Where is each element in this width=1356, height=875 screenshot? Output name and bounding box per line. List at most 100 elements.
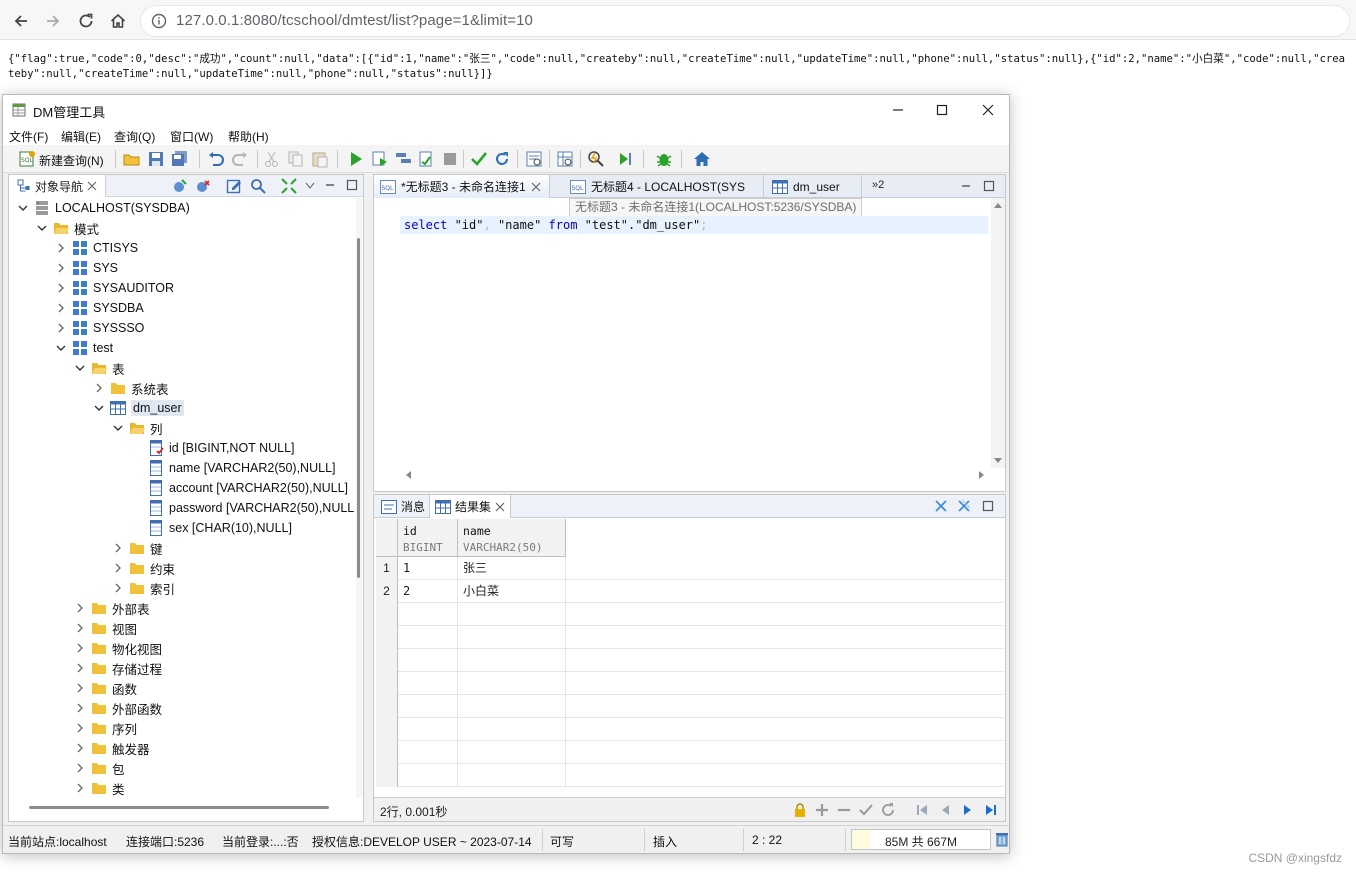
scroll-thumb[interactable] (357, 238, 360, 578)
table-row[interactable] (376, 695, 1003, 718)
chevron-right-icon[interactable] (74, 702, 86, 714)
last-page-icon[interactable] (983, 802, 999, 818)
row-number[interactable] (376, 764, 398, 787)
tree-item[interactable]: 触发器 (74, 738, 150, 758)
column-header-id[interactable]: id BIGINT (398, 519, 458, 557)
lock-icon[interactable] (792, 802, 808, 818)
maximize-panel-icon[interactable] (982, 500, 994, 512)
tree-item[interactable]: account [VARCHAR2(50),NULL] (131, 478, 348, 498)
maximize-button[interactable] (919, 95, 965, 125)
sql-code[interactable]: select "id", "name" from "test"."dm_user… (404, 218, 707, 232)
chevron-right-icon[interactable] (74, 642, 86, 654)
chevron-right-icon[interactable] (55, 282, 67, 294)
explain-icon[interactable] (417, 150, 435, 168)
tree-item[interactable]: 视图 (74, 618, 137, 638)
tab-query-3[interactable]: SQL *无标题3 - 未命名连接1 (374, 175, 550, 198)
close-result-icon[interactable] (934, 499, 948, 513)
open-folder-icon[interactable] (123, 150, 141, 168)
chevron-right-icon[interactable] (55, 322, 67, 334)
tree-item[interactable]: 序列 (74, 718, 137, 738)
cell-name[interactable] (458, 764, 566, 787)
reload-button[interactable] (73, 8, 99, 34)
row-number[interactable] (376, 626, 398, 649)
row-number[interactable] (376, 603, 398, 626)
table-row[interactable] (376, 649, 1003, 672)
tree-item[interactable]: LOCALHOST(SYSDBA) (17, 198, 190, 218)
chevron-right-icon[interactable] (74, 762, 86, 774)
tree-item[interactable]: 约束 (112, 558, 175, 578)
revert-icon[interactable] (880, 802, 896, 818)
new-query-icon[interactable]: SQL (18, 150, 36, 168)
tree-item[interactable]: SYSSSO (55, 318, 144, 338)
cell-name[interactable] (458, 649, 566, 672)
tab-messages[interactable]: 消息 (376, 495, 430, 518)
cell-name[interactable] (458, 603, 566, 626)
row-number[interactable] (376, 672, 398, 695)
tab-result-set[interactable]: 结果集 (429, 495, 512, 518)
minimize-panel-icon[interactable] (324, 179, 336, 191)
chevron-right-icon[interactable] (74, 622, 86, 634)
cell-name[interactable] (458, 695, 566, 718)
tree-item[interactable]: CTISYS (55, 238, 138, 258)
row-number[interactable] (376, 741, 398, 764)
tree-item[interactable]: 列 (112, 418, 163, 438)
table-row[interactable]: 2 2 小白菜 (376, 580, 1003, 603)
expand-all-icon[interactable] (281, 178, 297, 194)
column-header-name[interactable]: name VARCHAR2(50) (458, 519, 566, 557)
debug-icon[interactable] (655, 150, 673, 168)
tree-item[interactable]: SYS (55, 258, 118, 278)
tree-item[interactable]: 存储过程 (74, 658, 162, 678)
format-sql-icon[interactable] (525, 150, 543, 168)
cell-id[interactable] (398, 741, 458, 764)
row-number[interactable]: 1 (376, 557, 398, 580)
chevron-right-icon[interactable] (112, 562, 124, 574)
scroll-down-icon[interactable] (993, 457, 1003, 465)
tree-item[interactable]: 外部表 (74, 598, 150, 618)
close-all-results-icon[interactable] (957, 499, 971, 513)
row-number[interactable]: 2 (376, 580, 398, 603)
new-query-button[interactable]: 新建查询(N) (39, 152, 104, 169)
tree-item[interactable]: 索引 (112, 578, 175, 598)
chevron-down-icon[interactable] (112, 422, 124, 434)
tab-overflow-button[interactable]: »2 (872, 179, 884, 191)
cell-name[interactable] (458, 626, 566, 649)
chevron-right-icon[interactable] (74, 782, 86, 794)
scroll-up-icon[interactable] (993, 201, 1003, 209)
chevron-right-icon[interactable] (74, 682, 86, 694)
cell-id[interactable] (398, 603, 458, 626)
tree-item[interactable]: 物化视图 (74, 638, 162, 658)
table-row[interactable] (376, 741, 1003, 764)
chevron-right-icon[interactable] (55, 242, 67, 254)
tab-dm-user[interactable]: dm_user (766, 175, 862, 198)
connect-icon[interactable] (172, 178, 188, 194)
query-plan-icon[interactable] (556, 150, 574, 168)
menu-help[interactable]: 帮助(H) (228, 128, 269, 145)
chevron-down-icon[interactable] (93, 402, 105, 414)
cell-name[interactable] (458, 718, 566, 741)
chevron-right-icon[interactable] (112, 582, 124, 594)
close-button[interactable] (965, 95, 1011, 125)
tree-item[interactable]: id [BIGINT,NOT NULL] (131, 438, 295, 458)
menu-file[interactable]: 文件(F) (9, 128, 48, 145)
tree-item[interactable]: name [VARCHAR2(50),NULL] (131, 458, 336, 478)
tree-item[interactable]: 函数 (74, 678, 137, 698)
chevron-right-icon[interactable] (93, 382, 105, 394)
table-row[interactable] (376, 718, 1003, 741)
close-tab-icon[interactable] (531, 182, 541, 192)
undo-icon[interactable] (207, 150, 225, 168)
save-all-icon[interactable] (171, 150, 189, 168)
edit-icon[interactable] (226, 178, 242, 194)
cell-id[interactable] (398, 672, 458, 695)
tree-item[interactable]: 类 (74, 778, 125, 798)
commit-icon[interactable] (470, 150, 488, 168)
garbage-collect-icon[interactable] (995, 831, 1009, 847)
search-icon[interactable] (250, 178, 266, 194)
previous-page-icon[interactable] (937, 802, 953, 818)
analyze-icon[interactable] (587, 150, 605, 168)
execute-icon[interactable] (347, 150, 365, 168)
cell-name[interactable] (458, 672, 566, 695)
cell-id[interactable]: 1 (398, 557, 458, 580)
next-page-icon[interactable] (960, 802, 976, 818)
cell-id[interactable] (398, 649, 458, 672)
close-tab-icon[interactable] (495, 502, 505, 512)
